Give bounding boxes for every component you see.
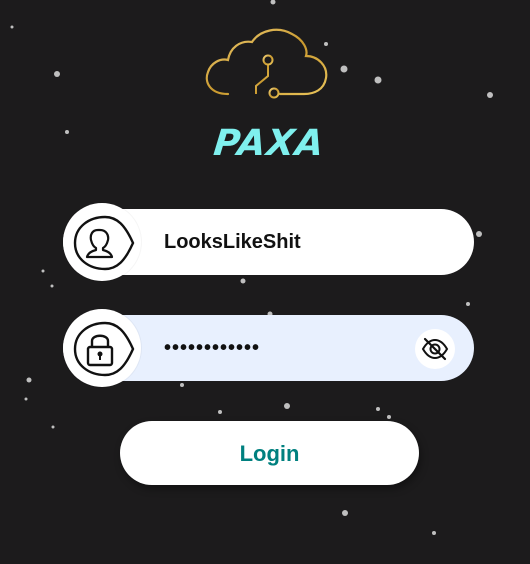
login-button[interactable]: Login bbox=[120, 421, 419, 485]
password-input[interactable]: •••••••••••• bbox=[164, 315, 260, 381]
password-field[interactable]: •••••••••••• bbox=[63, 309, 474, 387]
username-input[interactable]: LooksLikeShit bbox=[164, 209, 301, 275]
toggle-password-visibility-button[interactable] bbox=[415, 329, 455, 369]
eye-slash-icon bbox=[421, 337, 449, 361]
lock-icon bbox=[63, 309, 141, 387]
cloud-circuit-icon bbox=[205, 28, 328, 99]
user-icon bbox=[63, 203, 141, 281]
username-field[interactable]: LooksLikeShit bbox=[63, 203, 474, 281]
brand-wordmark: PAXA bbox=[211, 123, 327, 164]
